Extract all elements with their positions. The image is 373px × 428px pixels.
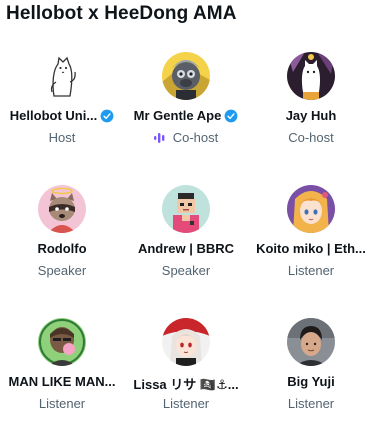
anime-girl-avatar-icon[interactable] — [287, 185, 335, 233]
participant-card[interactable]: Hellobot Uni... Host — [0, 52, 124, 162]
participant-role: Co-host — [288, 130, 334, 145]
participant-role: Listener — [287, 396, 335, 411]
participant-card[interactable]: Mr Gentle Ape Co-host — [124, 52, 248, 162]
bubblegum-avatar-icon[interactable] — [38, 318, 86, 366]
verified-badge-icon — [100, 109, 114, 122]
participant-card[interactable]: Rodolfo Speaker — [0, 185, 124, 295]
person-photo-avatar-icon[interactable] — [287, 318, 335, 366]
participant-role: Speaker — [161, 263, 211, 278]
participant-role: Listener — [38, 396, 86, 411]
white-cat-avatar-icon[interactable] — [38, 52, 86, 100]
participant-role: Co-host — [172, 130, 219, 145]
anime-character-avatar-icon[interactable] — [162, 318, 210, 366]
participant-name: Big Yuji — [287, 374, 335, 389]
pixel-character-avatar-icon[interactable] — [162, 185, 210, 233]
ape-avatar-icon[interactable] — [162, 52, 210, 100]
raccoon-avatar-icon[interactable] — [38, 185, 86, 233]
participant-card[interactable]: Jay Huh Co-host — [249, 52, 373, 162]
participant-name: Andrew | BBRC — [137, 241, 235, 256]
participant-name: MAN LIKE MAN... — [8, 374, 116, 389]
participant-card[interactable]: Andrew | BBRC Speaker — [124, 185, 248, 295]
participant-name: Mr Gentle Ape — [133, 108, 222, 123]
verified-badge-icon — [224, 109, 238, 122]
participant-role: Listener — [287, 263, 335, 278]
participant-card[interactable]: MAN LIKE MAN... Listener — [0, 318, 124, 428]
participant-name: Hellobot Uni... — [9, 108, 98, 123]
participant-card[interactable]: Big Yuji Listener — [249, 318, 373, 428]
participant-card[interactable]: Koito miko | Eth... Listener — [249, 185, 373, 295]
participant-name: Koito miko | Eth... — [256, 241, 366, 256]
cat-avatar-icon[interactable] — [287, 52, 335, 100]
speaking-indicator-icon — [153, 132, 165, 143]
participant-role: Host — [48, 130, 76, 145]
participant-name: Rodolfo — [37, 241, 87, 256]
participant-name: Lissa リサ 🏴‍☠️⚓... — [133, 377, 239, 392]
participant-role: Speaker — [37, 263, 87, 278]
participant-role: Listener — [162, 396, 210, 411]
participant-name: Jay Huh — [285, 108, 337, 123]
space-title: Hellobot x HeeDong AMA — [6, 3, 237, 24]
participant-card[interactable]: Lissa リサ 🏴‍☠️⚓... Listener — [124, 318, 248, 428]
